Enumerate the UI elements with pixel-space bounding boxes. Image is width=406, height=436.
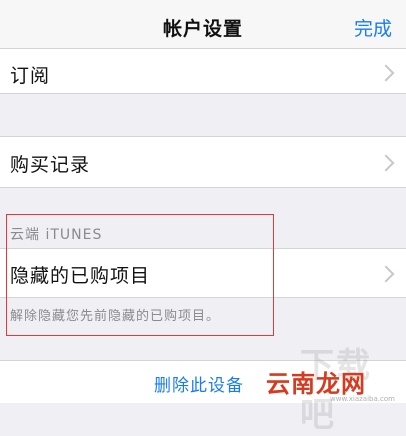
subscriptions-label: 订阅 xyxy=(10,65,51,87)
highlight-box xyxy=(6,214,274,336)
page-title: 帐户设置 xyxy=(162,18,243,40)
chevron-right-icon xyxy=(377,154,395,172)
chevron-right-icon xyxy=(377,64,395,82)
remove-device-button[interactable]: 删除此设备 xyxy=(154,371,244,396)
subscriptions-row[interactable]: 订阅 xyxy=(0,48,406,94)
chevron-right-icon xyxy=(377,265,395,283)
watermark-url: www.xiazaiba.com xyxy=(330,395,395,403)
done-button[interactable]: 完成 xyxy=(354,14,392,41)
watermark-logo: 云南龙网 xyxy=(266,370,366,398)
purchase-history-label: 购买记录 xyxy=(10,154,91,176)
purchase-history-row[interactable]: 购买记录 xyxy=(0,136,406,188)
